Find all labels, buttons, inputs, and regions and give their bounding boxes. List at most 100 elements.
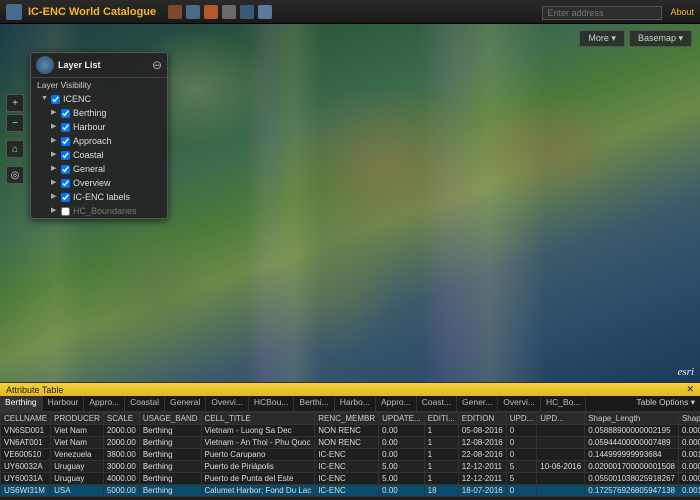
- table-row[interactable]: UY60031AUruguay4000.00BerthingPuerto de …: [1, 473, 700, 485]
- layer-item[interactable]: ▶Overview: [31, 176, 167, 190]
- table-row[interactable]: UY60032AUruguay3000.00BerthingPuerto de …: [1, 461, 700, 473]
- column-header[interactable]: UPDATE...: [379, 413, 425, 425]
- search-input[interactable]: [542, 6, 662, 20]
- layer-item-disabled[interactable]: ▶ HC_Boundaries: [31, 204, 167, 218]
- column-header[interactable]: RENC_MEMBR: [315, 413, 379, 425]
- tool-icon-4[interactable]: [222, 5, 236, 19]
- tab[interactable]: Gener...: [457, 396, 498, 411]
- column-header[interactable]: CELL_TITLE: [201, 413, 315, 425]
- tool-icon-5[interactable]: [240, 5, 254, 19]
- tab[interactable]: Coast...: [417, 396, 457, 411]
- column-header[interactable]: Shape_Length: [585, 413, 679, 425]
- tool-icon-1[interactable]: [168, 5, 182, 19]
- chevron-right-icon[interactable]: ▶: [51, 149, 58, 161]
- layer-checkbox[interactable]: [61, 207, 70, 216]
- tab[interactable]: HC_Bo...: [541, 396, 587, 411]
- table-cell: 18: [424, 485, 458, 497]
- column-header[interactable]: EDITION: [458, 413, 506, 425]
- tab[interactable]: Appro...: [376, 396, 417, 411]
- tab[interactable]: General: [165, 396, 206, 411]
- tab[interactable]: Berthi...: [294, 396, 334, 411]
- layer-checkbox[interactable]: [61, 165, 70, 174]
- home-button[interactable]: ⌂: [6, 140, 24, 158]
- table-cell: Puerto Carupano: [201, 449, 315, 461]
- table-options-button[interactable]: Table Options ▾: [631, 396, 700, 411]
- chevron-right-icon[interactable]: ▶: [51, 121, 58, 133]
- chevron-right-icon[interactable]: ▶: [51, 191, 58, 203]
- top-bar: IC-ENC World Catalogue About: [0, 0, 700, 24]
- minimize-icon[interactable]: ⊖: [152, 58, 162, 72]
- table-cell: Berthing: [139, 485, 201, 497]
- column-header[interactable]: UPD...: [506, 413, 537, 425]
- layer-checkbox[interactable]: [61, 123, 70, 132]
- close-icon[interactable]: ✕: [686, 384, 694, 395]
- column-header[interactable]: Shape_Area: [678, 413, 700, 425]
- layer-root-checkbox[interactable]: [51, 95, 60, 104]
- column-header[interactable]: USAGE_BAND: [139, 413, 201, 425]
- chevron-right-icon[interactable]: ▶: [51, 107, 58, 119]
- tab[interactable]: Appro...: [84, 396, 125, 411]
- column-header[interactable]: UPD...: [537, 413, 585, 425]
- table-cell: 0: [506, 437, 537, 449]
- column-header[interactable]: CELLNAME: [1, 413, 51, 425]
- table-row[interactable]: VN6SD001Viet Nam2000.00BerthingVietnam -…: [1, 425, 700, 437]
- table-row[interactable]: VE600510Venezuela3800.00BerthingPuerto C…: [1, 449, 700, 461]
- column-header[interactable]: EDITI...: [424, 413, 458, 425]
- table-row[interactable]: US6WI31MUSA5000.00BerthingCalumet Harbor…: [1, 485, 700, 497]
- chevron-down-icon[interactable]: ▼: [41, 93, 48, 105]
- layer-checkbox[interactable]: [61, 109, 70, 118]
- layer-item[interactable]: ▶ Approach: [31, 134, 167, 148]
- more-button[interactable]: More ▾: [579, 30, 625, 47]
- chevron-right-icon[interactable]: ▶: [51, 205, 58, 217]
- layer-checkbox[interactable]: [61, 193, 70, 202]
- basemap-button[interactable]: Basemap ▾: [629, 30, 692, 47]
- table-cell: Uruguay: [51, 461, 104, 473]
- table-cell: 12-08-2016: [458, 437, 506, 449]
- table-row[interactable]: VN6AT001Viet Nam2000.00BerthingVietnam -…: [1, 437, 700, 449]
- table-cell: [537, 473, 585, 485]
- tool-icon-3[interactable]: [204, 5, 218, 19]
- layer-item[interactable]: ▶Berthing: [31, 106, 167, 120]
- attribute-table[interactable]: CELLNAMEPRODUCERSCALEUSAGE_BANDCELL_TITL…: [0, 412, 700, 500]
- tab[interactable]: Harbo...: [335, 396, 376, 411]
- layer-label: Approach: [73, 135, 112, 147]
- chevron-right-icon[interactable]: ▶: [51, 177, 58, 189]
- table-cell: 10-06-2016: [537, 461, 585, 473]
- table-cell: IC-ENC: [315, 449, 379, 461]
- layer-item[interactable]: ▶IC-ENC labels: [31, 190, 167, 204]
- layer-item[interactable]: ▶Harbour: [31, 120, 167, 134]
- table-cell: 0.000207408259259932: [678, 425, 700, 437]
- locate-button[interactable]: ◎: [6, 166, 24, 184]
- layer-checkbox[interactable]: [61, 137, 70, 146]
- zoom-out-button[interactable]: −: [6, 114, 24, 132]
- about-link[interactable]: About: [670, 7, 694, 17]
- attribute-table-bar[interactable]: Attribute Table ✕: [0, 382, 700, 396]
- table-cell: Berthing: [139, 449, 201, 461]
- column-header[interactable]: SCALE: [103, 413, 139, 425]
- tab[interactable]: Coastal: [125, 396, 165, 411]
- toolbar-icons: [168, 5, 272, 19]
- column-header[interactable]: PRODUCER: [51, 413, 104, 425]
- layer-root-label: ICENC: [63, 93, 91, 105]
- layer-item[interactable]: ▶General: [31, 162, 167, 176]
- table-cell: 0: [506, 425, 537, 437]
- tab[interactable]: Overvi...: [498, 396, 541, 411]
- layer-list-panel: Layer List ⊖ Layer Visibility ▼ ICENC ▶B…: [30, 52, 168, 219]
- zoom-in-button[interactable]: +: [6, 94, 24, 112]
- tab[interactable]: Overvi...: [206, 396, 249, 411]
- layer-root[interactable]: ▼ ICENC: [31, 92, 167, 106]
- tab[interactable]: Harbour: [43, 396, 85, 411]
- tab[interactable]: Berthing: [0, 396, 43, 411]
- tool-icon-2[interactable]: [186, 5, 200, 19]
- table-cell: Puerto de Piriápolis: [201, 461, 315, 473]
- layer-checkbox[interactable]: [61, 151, 70, 160]
- layer-item[interactable]: ▶Coastal: [31, 148, 167, 162]
- tab[interactable]: HCBou...: [249, 396, 295, 411]
- tool-icon-6[interactable]: [258, 5, 272, 19]
- chevron-right-icon[interactable]: ▶: [51, 163, 58, 175]
- map-top-controls: More ▾ Basemap ▾: [579, 30, 692, 47]
- map-canvas[interactable]: More ▾ Basemap ▾ + − ⌂ ◎ Layer List ⊖ La…: [0, 24, 700, 382]
- layer-checkbox[interactable]: [61, 179, 70, 188]
- chevron-right-icon[interactable]: ▶: [51, 135, 58, 147]
- table-cell: [537, 449, 585, 461]
